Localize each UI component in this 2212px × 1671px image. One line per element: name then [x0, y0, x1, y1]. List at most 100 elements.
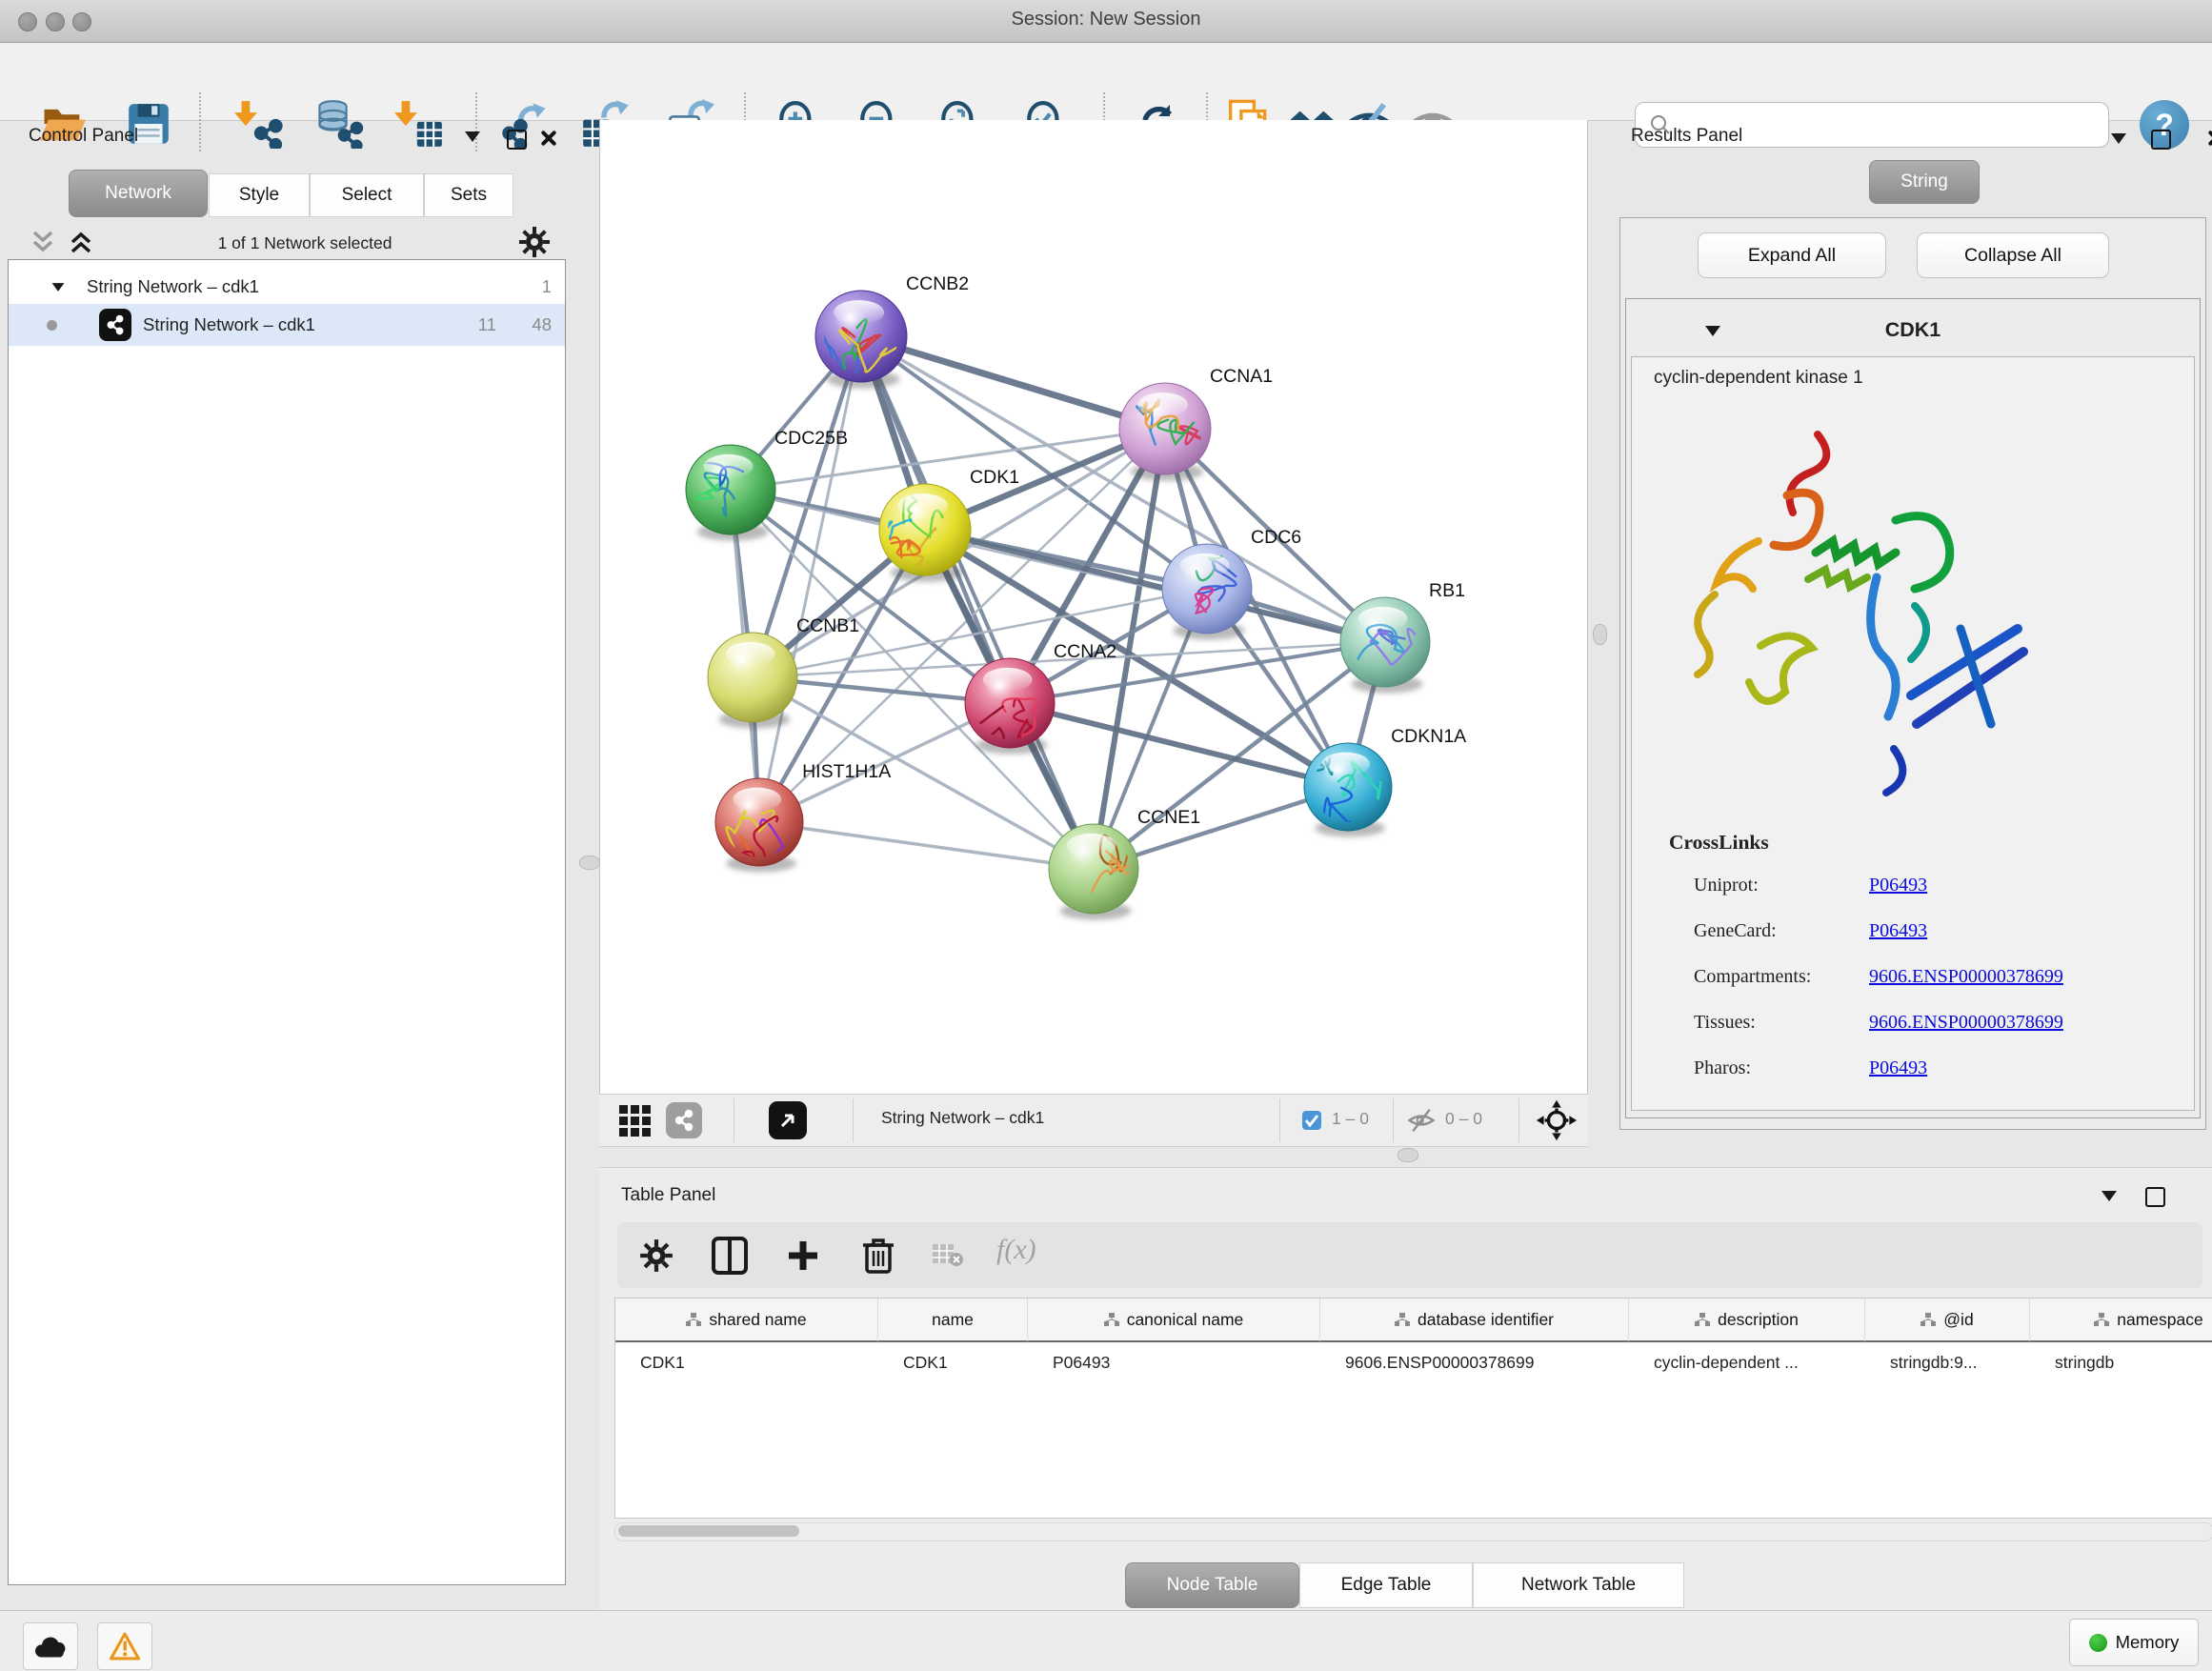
table-row-cell[interactable]: P06493: [1028, 1344, 1320, 1380]
table-row-cell[interactable]: cyclin-dependent ...: [1629, 1344, 1865, 1380]
column-type-icon: [1920, 1313, 1936, 1327]
show-columns-button[interactable]: [711, 1236, 749, 1280]
memory-button[interactable]: Memory: [2069, 1619, 2199, 1666]
warning-icon: [109, 1631, 141, 1661]
control-panel-close-icon[interactable]: [539, 130, 556, 147]
column-header-description[interactable]: description: [1629, 1299, 1865, 1342]
table-row-cell[interactable]: stringdb:9...: [1865, 1344, 2030, 1380]
graph-node-label: CDKN1A: [1391, 726, 1466, 747]
control-panel-menu-icon[interactable]: [465, 131, 480, 142]
graph-edge[interactable]: [861, 336, 1094, 869]
collapse-all-networks-button[interactable]: [29, 229, 57, 260]
network-row-selected[interactable]: String Network – cdk1 11 48: [9, 304, 565, 346]
tab-style[interactable]: Style: [209, 173, 310, 217]
eye-slash-small-icon: [1406, 1106, 1437, 1135]
table-toolbar: f(x): [617, 1222, 2202, 1288]
import-table-button[interactable]: [393, 98, 445, 150]
table-options-button[interactable]: [638, 1238, 674, 1278]
tab-network-table[interactable]: Network Table: [1473, 1562, 1684, 1608]
graph-node-label: CCNB2: [906, 273, 969, 294]
warning-status-button[interactable]: [97, 1622, 152, 1670]
pan-mode-button[interactable]: [1535, 1098, 1579, 1147]
crosslink-genecard-link[interactable]: P06493: [1869, 920, 1927, 942]
share-icon: [673, 1109, 695, 1132]
graph-node-hist1h1a[interactable]: HIST1H1A: [715, 761, 891, 888]
status-bar: Memory: [0, 1610, 2212, 1671]
column-header-canonical-name[interactable]: canonical name: [1028, 1299, 1320, 1342]
network-graph[interactable]: CCNB2CCNA1CDC25BCDK1CDC6RB1CCNB1CCNA2CDK…: [600, 120, 1587, 1094]
delete-column-button[interactable]: [861, 1236, 895, 1280]
network-collection-row[interactable]: String Network – cdk1 1: [9, 266, 565, 308]
import-database-icon: [314, 99, 364, 149]
tab-string[interactable]: String: [1869, 160, 1980, 204]
control-panel-title: Control Panel: [29, 126, 138, 147]
netbar-separator: [1393, 1098, 1394, 1142]
graph-edge[interactable]: [759, 822, 1094, 869]
column-header-namespace[interactable]: namespace: [2030, 1299, 2212, 1342]
double-chevron-down-icon: [29, 229, 57, 255]
function-builder-button-disabled[interactable]: f(x): [996, 1234, 1036, 1266]
memory-status-icon: [2089, 1634, 2107, 1652]
tab-network[interactable]: Network: [69, 170, 208, 217]
tab-select[interactable]: Select: [310, 173, 424, 217]
table-row-cell[interactable]: CDK1: [878, 1344, 1028, 1380]
selected-checkbox[interactable]: [1301, 1110, 1322, 1136]
node-table[interactable]: shared name name canonical name database…: [614, 1298, 2212, 1519]
network-options-button[interactable]: [517, 225, 552, 264]
column-type-icon: [1695, 1313, 1710, 1327]
network-view-canvas[interactable]: CCNB2CCNA1CDC25BCDK1CDC6RB1CCNB1CCNA2CDK…: [599, 120, 1588, 1094]
results-panel-close-icon[interactable]: [2206, 130, 2212, 147]
network-app-button[interactable]: [666, 1102, 702, 1138]
application-window: Session: New Session: [0, 0, 2212, 1671]
graph-edge[interactable]: [925, 530, 1385, 642]
control-panel-float-icon[interactable]: [507, 130, 527, 150]
table-panel-menu-icon[interactable]: [2101, 1191, 2117, 1201]
crosslink-compartments-link[interactable]: 9606.ENSP00000378699: [1869, 966, 2063, 988]
crosslink-label: Pharos:: [1694, 1057, 1751, 1079]
graph-node-rb1[interactable]: RB1: [1340, 580, 1465, 694]
graph-node-cdk1[interactable]: CDK1: [868, 467, 1019, 582]
tab-sets[interactable]: Sets: [424, 173, 513, 217]
table-row-cell[interactable]: CDK1: [615, 1344, 878, 1380]
graph-node-label: HIST1H1A: [802, 761, 891, 782]
graph-node-label: CCNB1: [796, 615, 859, 636]
crosslink-uniprot-link[interactable]: P06493: [1869, 875, 1927, 896]
import-network-database-button[interactable]: [313, 98, 365, 150]
results-panel-float-icon[interactable]: [2151, 130, 2171, 150]
show-grid-button[interactable]: [618, 1104, 651, 1141]
results-panel-menu-icon[interactable]: [2111, 133, 2126, 144]
bottom-splitter-handle[interactable]: [1398, 1148, 1418, 1162]
column-header-database-identifier[interactable]: database identifier: [1320, 1299, 1629, 1342]
gear-icon: [517, 225, 552, 259]
graph-node-label: CCNA2: [1054, 641, 1116, 662]
column-header-name[interactable]: name: [878, 1299, 1028, 1342]
graph-edge[interactable]: [861, 336, 1165, 429]
create-column-button[interactable]: [785, 1238, 821, 1278]
graph-node-cdc6[interactable]: CDC6: [1162, 527, 1301, 640]
cloud-status-button[interactable]: [23, 1622, 78, 1670]
network-view-toolbar: String Network – cdk1 1 – 0 0 – 0: [599, 1094, 1588, 1147]
column-header-id[interactable]: @id: [1865, 1299, 2030, 1342]
graph-node-ccnb2[interactable]: CCNB2: [815, 273, 969, 389]
tab-node-table[interactable]: Node Table: [1125, 1562, 1299, 1608]
table-row-cell[interactable]: 9606.ENSP00000378699: [1320, 1344, 1629, 1380]
expand-all-button[interactable]: Expand All: [1698, 232, 1886, 278]
crosslink-pharos-link[interactable]: P06493: [1869, 1057, 1927, 1079]
tab-edge-table[interactable]: Edge Table: [1299, 1562, 1473, 1608]
graph-node-ccna1[interactable]: CCNA1: [1119, 366, 1273, 481]
column-header-shared-name[interactable]: shared name: [615, 1299, 878, 1342]
scrollbar-thumb[interactable]: [618, 1525, 799, 1537]
table-row-cell[interactable]: stringdb: [2030, 1344, 2212, 1380]
import-network-file-button[interactable]: [233, 98, 285, 150]
delete-table-button-disabled[interactable]: [932, 1243, 964, 1273]
birds-eye-view-button[interactable]: [769, 1101, 807, 1139]
left-splitter-handle[interactable]: [579, 856, 600, 870]
right-splitter-handle[interactable]: [1593, 624, 1607, 645]
table-horizontal-scrollbar[interactable]: [614, 1522, 2212, 1541]
collection-expander-icon[interactable]: [52, 283, 65, 292]
crosslink-tissues-link[interactable]: 9606.ENSP00000378699: [1869, 1012, 2063, 1034]
title-bar: Session: New Session: [0, 0, 2212, 43]
table-panel-float-icon[interactable]: [2145, 1187, 2165, 1207]
collapse-all-button[interactable]: Collapse All: [1917, 232, 2109, 278]
expand-all-networks-button[interactable]: [67, 229, 95, 260]
